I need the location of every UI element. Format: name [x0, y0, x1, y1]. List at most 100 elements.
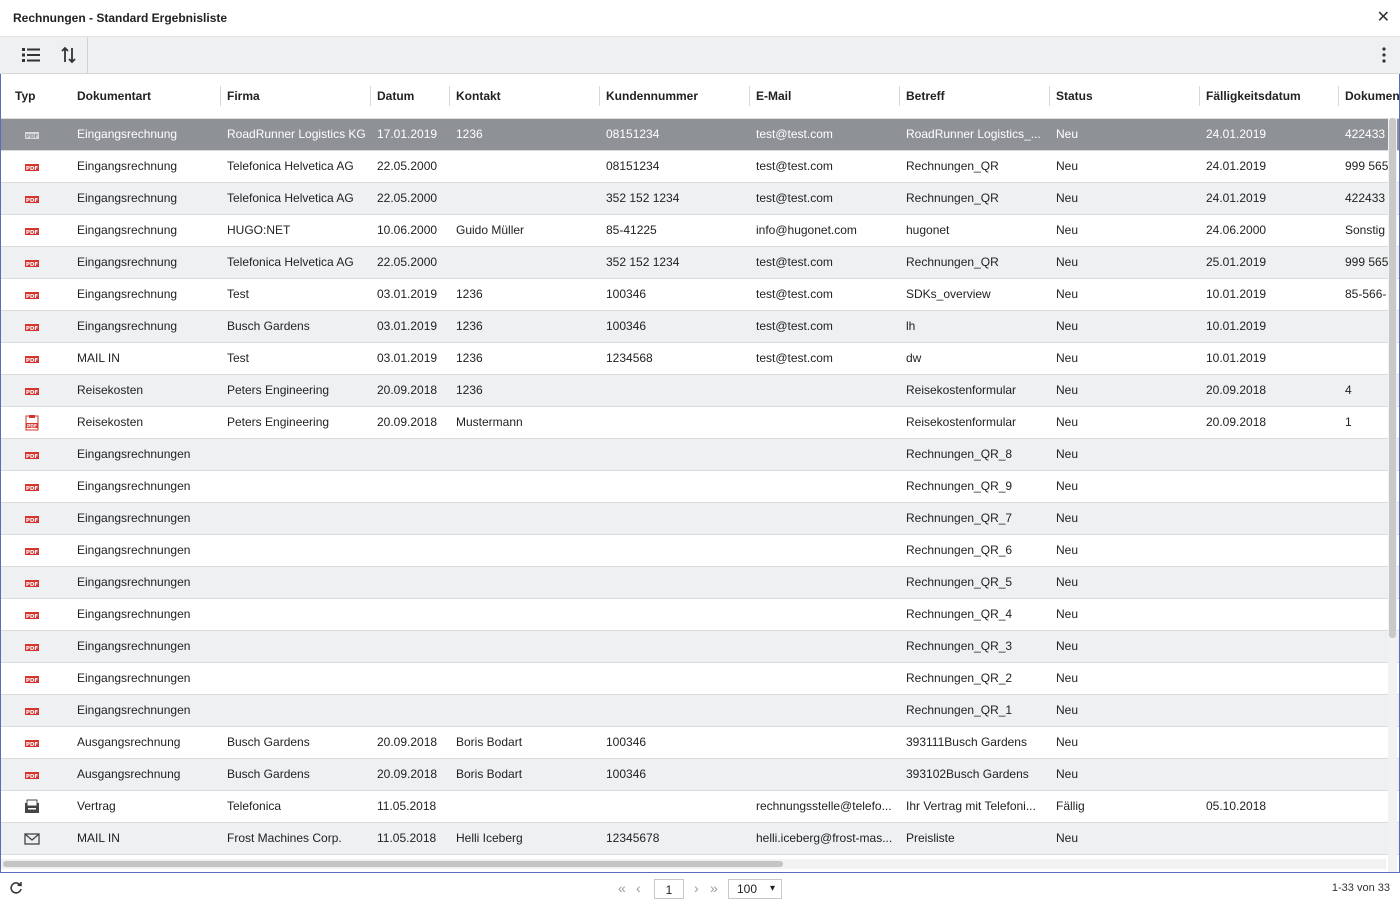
first-page-button[interactable]: «: [618, 879, 626, 897]
column-header-kontakt[interactable]: Kontakt: [450, 74, 600, 118]
cell-datum: [371, 631, 450, 662]
pdf-icon: PDF: [23, 447, 41, 463]
cell-betreff: Rechnungen_QR_4: [906, 607, 1013, 621]
table-row[interactable]: PDF Eingangsrechnung Telefonica Helvetica …: [1, 247, 1399, 279]
table-row[interactable]: PDF Reisekosten Peters Engineering 20.09.20…: [1, 407, 1399, 439]
cell-firma: [221, 599, 371, 630]
vertical-scrollbar[interactable]: [1388, 118, 1397, 872]
previous-page-button[interactable]: ‹: [636, 879, 641, 897]
cell-kundennummer: [600, 407, 750, 438]
cell-firma: [221, 535, 371, 566]
table-row[interactable]: PDF Eingangsrechnung Busch Gardens 03.01.20…: [1, 311, 1399, 343]
cell-dokumentart: Eingangsrechnung: [77, 191, 178, 205]
cell-dokumentart: Eingangsrechnung: [77, 255, 178, 269]
cell-kontakt: Boris Bodart: [456, 767, 523, 781]
cell-kundennummer: 85-41225: [606, 223, 657, 237]
table-row[interactable]: PDF Eingangsrechnung Telefonica Helvetica …: [1, 151, 1399, 183]
cell-faellig: [1200, 503, 1339, 534]
table-row[interactable]: Vertrag Telefonica 11.05.2018 rechnungsstel…: [1, 791, 1399, 823]
grid-body: PDF Eingangsrechnung RoadRunner Logistics …: [1, 119, 1399, 855]
column-header-label: Dokumentart: [77, 89, 152, 103]
list-view-icon: [22, 48, 40, 62]
vertical-scroll-thumb[interactable]: [1389, 118, 1396, 638]
table-row[interactable]: PDF Reisekosten Peters Engineering 20.09.20…: [1, 375, 1399, 407]
cell-faellig: [1200, 439, 1339, 470]
cell-kontakt: [450, 247, 600, 278]
column-header-datum[interactable]: Datum: [371, 74, 450, 118]
cell-dokumentart: Eingangsrechnungen: [77, 543, 191, 557]
page-number-input[interactable]: 1: [654, 879, 684, 899]
pagination-bar: « ‹ 1 › » 100 ▾ 1-33 von 33: [0, 872, 1400, 904]
column-header-kundennummer[interactable]: Kundennummer: [600, 74, 750, 118]
table-row[interactable]: PDF Eingangsrechnung RoadRunner Logistics …: [1, 119, 1399, 151]
table-row[interactable]: PDF Ausgangsrechnung Busch Gardens 20.09.20…: [1, 727, 1399, 759]
table-row[interactable]: PDF Eingangsrechnungen Rechnungen_QR_1 Neu: [1, 695, 1399, 727]
cell-email: [750, 439, 900, 470]
sort-button[interactable]: [52, 41, 86, 69]
column-header-label: Fälligkeitsdatum: [1206, 89, 1301, 103]
cell-kundennummer: 1234568: [606, 351, 653, 365]
column-header-dokument[interactable]: Dokument: [1339, 74, 1399, 118]
horizontal-scroll-thumb[interactable]: [3, 861, 783, 867]
cell-email: [750, 599, 900, 630]
table-row[interactable]: PDF Eingangsrechnungen Rechnungen_QR_6 Neu: [1, 535, 1399, 567]
page-size-select[interactable]: 100 ▾: [728, 879, 782, 899]
cell-betreff: Rechnungen_QR_6: [906, 543, 1013, 557]
column-header-typ[interactable]: Typ: [9, 74, 71, 118]
next-page-button[interactable]: ›: [694, 879, 699, 897]
cell-status: Neu: [1056, 255, 1079, 269]
table-row[interactable]: PDF Eingangsrechnungen Rechnungen_QR_2 Neu: [1, 663, 1399, 695]
column-header-label: Datum: [377, 89, 415, 103]
svg-text:PDF: PDF: [26, 198, 39, 204]
cell-email: [750, 663, 900, 694]
column-header-email[interactable]: E-Mail: [750, 74, 900, 118]
table-row[interactable]: PDF Eingangsrechnungen Rechnungen_QR_8 Neu: [1, 439, 1399, 471]
table-row[interactable]: PDF Eingangsrechnung Test 03.01.2019 1236 100…: [1, 279, 1399, 311]
list-view-button[interactable]: [14, 41, 48, 69]
column-header-label: Kundennummer: [606, 89, 699, 103]
table-row[interactable]: PDF MAIL IN Test 03.01.2019 1236 1234568 test@…: [1, 343, 1399, 375]
column-header-firma[interactable]: Firma: [221, 74, 371, 118]
horizontal-scrollbar[interactable]: [1, 859, 1386, 869]
table-row[interactable]: PDF Eingangsrechnungen Rechnungen_QR_7 Neu: [1, 503, 1399, 535]
cell-betreff: Rechnungen_QR_5: [906, 575, 1013, 589]
last-page-button[interactable]: »: [710, 879, 718, 897]
cell-dokumentart: Reisekosten: [77, 415, 144, 429]
cell-firma: [221, 695, 371, 726]
cell-email: test@test.com: [756, 127, 833, 141]
cell-datum: [371, 503, 450, 534]
cell-betreff: Reisekostenformular: [906, 415, 1017, 429]
table-row[interactable]: PDF Eingangsrechnungen Rechnungen_QR_9 Neu: [1, 471, 1399, 503]
column-header-betreff[interactable]: Betreff: [900, 74, 1050, 118]
column-header-faellig[interactable]: Fälligkeitsdatum: [1200, 74, 1339, 118]
cell-datum: 11.05.2018: [377, 831, 437, 845]
table-row[interactable]: PDF Eingangsrechnung Telefonica Helvetica …: [1, 183, 1399, 215]
table-row[interactable]: PDF Ausgangsrechnung Busch Gardens 20.09.20…: [1, 759, 1399, 791]
svg-text:PDF: PDF: [26, 614, 39, 620]
column-header-dokumentart[interactable]: Dokumentart: [71, 74, 221, 118]
table-row[interactable]: MAIL IN Frost Machines Corp. 11.05.2018 Hel…: [1, 823, 1399, 855]
window-title: Rechnungen - Standard Ergebnisliste: [13, 11, 228, 25]
more-options-button[interactable]: [1376, 45, 1392, 65]
pdf-form-icon: PDF: [23, 415, 41, 431]
results-grid: Typ Dokumentart Firma Datum Kontakt Kundennum…: [0, 74, 1400, 872]
cell-status: Neu: [1056, 383, 1079, 397]
cell-firma: [221, 503, 371, 534]
svg-text:PDF: PDF: [26, 646, 39, 652]
svg-text:PDF: PDF: [26, 294, 39, 300]
table-row[interactable]: PDF Eingangsrechnungen Rechnungen_QR_5 Neu: [1, 567, 1399, 599]
cell-status: Neu: [1056, 735, 1079, 749]
cell-betreff: Rechnungen_QR: [906, 191, 999, 205]
cell-kundennummer: [600, 375, 750, 406]
table-row[interactable]: PDF Eingangsrechnung HUGO:NET 10.06.2000 Gui…: [1, 215, 1399, 247]
cell-betreff: Rechnungen_QR_3: [906, 639, 1013, 653]
cell-firma: [221, 567, 371, 598]
pdf-icon: PDF: [23, 639, 41, 655]
table-row[interactable]: PDF Eingangsrechnungen Rechnungen_QR_4 Neu: [1, 599, 1399, 631]
close-button[interactable]: ✕: [1377, 8, 1390, 28]
refresh-button[interactable]: [8, 880, 24, 896]
column-header-status[interactable]: Status: [1050, 74, 1200, 118]
cell-dokumentart: MAIL IN: [77, 351, 120, 365]
cell-betreff: Rechnungen_QR: [906, 255, 999, 269]
table-row[interactable]: PDF Eingangsrechnungen Rechnungen_QR_3 Neu: [1, 631, 1399, 663]
